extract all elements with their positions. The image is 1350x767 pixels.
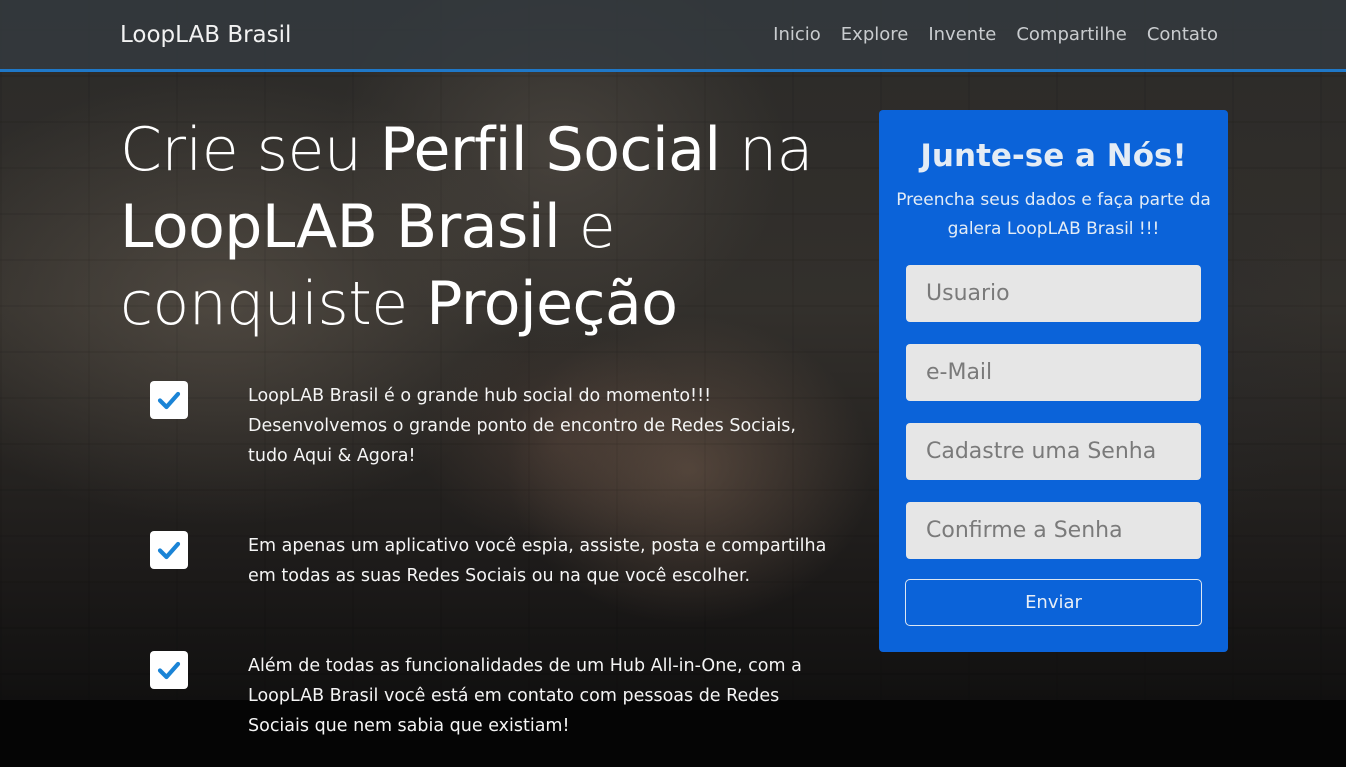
signup-title: Junte-se a Nós!	[920, 138, 1187, 174]
checkmark-icon	[150, 381, 188, 419]
headline-emphasis: Perfil Social	[380, 115, 721, 185]
headline-text: e	[560, 192, 616, 262]
brand-logo-link[interactable]: LoopLAB Brasil	[120, 22, 291, 48]
nav-link-explore[interactable]: Explore	[841, 24, 909, 45]
nav-links: Inicio Explore Invente Compartilhe Conta…	[773, 24, 1218, 45]
nav-link-invente[interactable]: Invente	[928, 24, 996, 45]
headline-emphasis: Projeção	[426, 269, 678, 339]
username-input[interactable]	[906, 265, 1201, 322]
checkmark-icon	[150, 531, 188, 569]
feature-text: Em apenas um aplicativo você espia, assi…	[248, 536, 827, 586]
page-edge	[1346, 0, 1350, 767]
navbar: LoopLAB Brasil Inicio Explore Invente Co…	[0, 0, 1346, 72]
checkmark-icon	[150, 651, 188, 689]
headline-text: conquiste	[120, 269, 427, 339]
submit-button[interactable]: Enviar	[905, 579, 1202, 626]
email-input[interactable]	[906, 344, 1201, 401]
headline-text: Crie seu	[120, 115, 380, 185]
password-input[interactable]	[906, 423, 1201, 480]
headline-text: na	[720, 115, 813, 185]
signup-card: Junte-se a Nós! Preencha seus dados e fa…	[879, 110, 1228, 652]
feature-text: Além de todas as funcionalidades de um H…	[248, 656, 802, 736]
headline-emphasis: LoopLAB Brasil	[120, 192, 561, 262]
feature-text: LoopLAB Brasil é o grande hub social do …	[248, 386, 796, 466]
signup-subtitle: Preencha seus dados e faça parte da gale…	[896, 190, 1211, 239]
nav-link-contato[interactable]: Contato	[1147, 24, 1218, 45]
confirm-password-input[interactable]	[906, 502, 1201, 559]
hero-headline: Crie seu Perfil Social na LoopLAB Brasil …	[120, 112, 860, 343]
nav-link-inicio[interactable]: Inicio	[773, 24, 821, 45]
nav-link-compartilhe[interactable]: Compartilhe	[1016, 24, 1127, 45]
